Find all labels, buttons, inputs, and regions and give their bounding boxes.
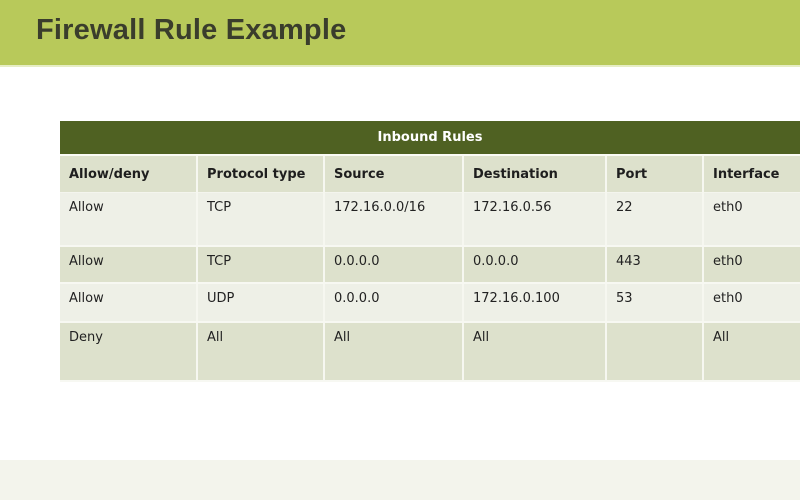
cell-port: 22 (606, 192, 704, 247)
cell-protocol: TCP (197, 192, 325, 247)
cell-allow-deny: Allow (60, 283, 198, 323)
cell-interface: eth0 (703, 283, 800, 323)
column-header-protocol-type: Protocol type (197, 155, 325, 193)
inbound-rules-table: Inbound Rules Allow/deny Protocol type S… (60, 121, 800, 382)
table-caption-text: Inbound Rules (377, 130, 483, 145)
cell-destination: All (463, 322, 607, 382)
table-row: Deny All All All All (60, 322, 800, 382)
cell-allow-deny: Allow (60, 246, 198, 284)
table-caption: Inbound Rules (60, 121, 800, 156)
cell-allow-deny: Deny (60, 322, 198, 382)
cell-source: 0.0.0.0 (324, 246, 464, 284)
table-row: Allow UDP 0.0.0.0 172.16.0.100 53 eth0 (60, 283, 800, 323)
cell-destination: 172.16.0.56 (463, 192, 607, 247)
cell-port (606, 322, 704, 382)
table-row: Allow TCP 172.16.0.0/16 172.16.0.56 22 e… (60, 192, 800, 247)
cell-source: 172.16.0.0/16 (324, 192, 464, 247)
cell-destination: 0.0.0.0 (463, 246, 607, 284)
footer-band (0, 460, 800, 500)
slide-title: Firewall Rule Example (36, 14, 347, 46)
cell-allow-deny: Allow (60, 192, 198, 247)
cell-port: 443 (606, 246, 704, 284)
column-header-allow-deny: Allow/deny (60, 155, 198, 193)
table-banner-row: Inbound Rules (60, 121, 800, 156)
table-row: Allow TCP 0.0.0.0 0.0.0.0 443 eth0 (60, 246, 800, 284)
cell-protocol: All (197, 322, 325, 382)
column-header-destination: Destination (463, 155, 607, 193)
column-header-port: Port (606, 155, 704, 193)
cell-port: 53 (606, 283, 704, 323)
cell-source: All (324, 322, 464, 382)
cell-source: 0.0.0.0 (324, 283, 464, 323)
cell-protocol: TCP (197, 246, 325, 284)
cell-protocol: UDP (197, 283, 325, 323)
column-header-interface: Interface (703, 155, 800, 193)
column-header-row: Allow/deny Protocol type Source Destinat… (60, 155, 800, 193)
cell-interface: eth0 (703, 246, 800, 284)
cell-destination: 172.16.0.100 (463, 283, 607, 323)
cell-interface: eth0 (703, 192, 800, 247)
cell-interface: All (703, 322, 800, 382)
column-header-source: Source (324, 155, 464, 193)
title-bar: Firewall Rule Example (0, 0, 800, 67)
